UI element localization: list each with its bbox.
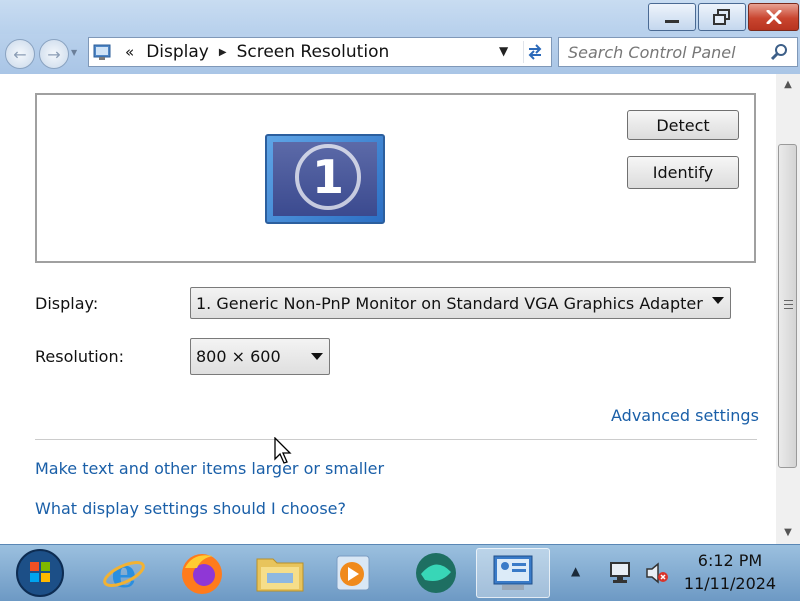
search-input[interactable] bbox=[558, 37, 798, 67]
breadcrumb: « Display ▶ Screen Resolution bbox=[125, 38, 389, 66]
resolution-select[interactable]: 800 × 600 bbox=[190, 338, 330, 375]
start-orb-icon bbox=[16, 549, 64, 597]
taskbar-aqua-app[interactable] bbox=[408, 548, 464, 598]
internet-explorer-icon: e bbox=[103, 550, 145, 596]
scroll-up-icon[interactable]: ▲ bbox=[776, 74, 800, 94]
forward-arrow-icon: → bbox=[47, 44, 61, 64]
breadcrumb-display[interactable]: Display bbox=[146, 42, 209, 62]
taskbar: e ▲ 6:12 PM 11/11/2024 bbox=[0, 544, 800, 601]
control-panel-icon bbox=[493, 555, 533, 590]
taskbar-media-player[interactable] bbox=[326, 548, 382, 598]
minimize-button[interactable] bbox=[648, 3, 696, 31]
start-button[interactable] bbox=[10, 548, 70, 598]
display-settings-help-link[interactable]: What display settings should I choose? bbox=[35, 499, 346, 518]
breadcrumb-overflow[interactable]: « bbox=[125, 43, 134, 61]
identify-button[interactable]: Identify bbox=[627, 156, 739, 189]
system-clock[interactable]: 6:12 PM 11/11/2024 bbox=[680, 549, 780, 595]
breadcrumb-screen-resolution[interactable]: Screen Resolution bbox=[237, 42, 390, 62]
control-panel-icon bbox=[93, 44, 111, 60]
aqua-app-icon bbox=[416, 553, 456, 593]
svg-text:e: e bbox=[111, 550, 136, 596]
breadcrumb-separator-icon[interactable]: ▶ bbox=[219, 47, 227, 58]
monitor-preview-area: 1 Detect Identify bbox=[35, 93, 756, 263]
network-icon[interactable] bbox=[608, 561, 634, 585]
close-button[interactable] bbox=[748, 3, 799, 31]
file-explorer-icon bbox=[256, 558, 304, 592]
monitor-screen: 1 bbox=[273, 142, 377, 216]
restore-icon bbox=[713, 9, 730, 25]
section-divider bbox=[35, 439, 757, 440]
taskbar-control-panel[interactable] bbox=[476, 548, 550, 598]
text-size-link[interactable]: Make text and other items larger or smal… bbox=[35, 459, 384, 478]
media-player-icon bbox=[336, 555, 370, 591]
detect-button[interactable]: Detect bbox=[627, 110, 739, 140]
restore-button[interactable] bbox=[698, 3, 746, 31]
search-icon[interactable] bbox=[770, 42, 790, 62]
grip-line bbox=[784, 300, 793, 301]
navigation-bar: ← → ▼ « Display ▶ Screen Resolution ▼ bbox=[0, 34, 800, 74]
minimize-icon bbox=[665, 19, 679, 23]
resolution-label: Resolution: bbox=[35, 347, 124, 366]
address-dropdown-icon[interactable]: ▼ bbox=[499, 44, 508, 58]
forward-button[interactable]: → bbox=[39, 39, 69, 69]
resolution-select-value: 800 × 600 bbox=[196, 347, 281, 366]
monitor-number: 1 bbox=[295, 144, 361, 210]
scrollbar-thumb[interactable] bbox=[778, 144, 797, 468]
back-arrow-icon: ← bbox=[13, 44, 27, 64]
advanced-settings-link[interactable]: Advanced settings bbox=[611, 406, 759, 425]
title-bar bbox=[0, 0, 800, 34]
grip-line bbox=[784, 308, 793, 309]
screen-resolution-panel: 1 Detect Identify Display: 1. Generic No… bbox=[0, 74, 776, 544]
chevron-down-icon bbox=[712, 297, 724, 304]
recent-pages-dropdown-icon[interactable]: ▼ bbox=[71, 48, 77, 57]
display-label: Display: bbox=[35, 294, 99, 313]
clock-time: 6:12 PM bbox=[697, 551, 763, 570]
chevron-down-icon bbox=[311, 353, 323, 360]
firefox-icon bbox=[182, 554, 222, 594]
volume-muted-icon[interactable] bbox=[644, 561, 670, 585]
close-icon bbox=[766, 10, 781, 24]
taskbar-internet-explorer[interactable]: e bbox=[96, 548, 152, 598]
show-hidden-icons-icon[interactable]: ▲ bbox=[571, 564, 580, 578]
clock-date: 11/11/2024 bbox=[683, 574, 777, 593]
address-bar[interactable]: « Display ▶ Screen Resolution ▼ bbox=[88, 37, 552, 67]
taskbar-file-explorer[interactable] bbox=[252, 548, 308, 598]
vertical-scrollbar[interactable]: ▲ ▼ bbox=[776, 74, 800, 544]
taskbar-firefox[interactable] bbox=[174, 548, 230, 598]
back-button[interactable]: ← bbox=[5, 39, 35, 69]
monitor-1-thumbnail[interactable]: 1 bbox=[265, 134, 385, 224]
display-select[interactable]: 1. Generic Non-PnP Monitor on Standard V… bbox=[190, 287, 731, 319]
display-select-value: 1. Generic Non-PnP Monitor on Standard V… bbox=[196, 293, 703, 313]
mouse-cursor-icon bbox=[274, 437, 292, 464]
scroll-down-icon[interactable]: ▼ bbox=[776, 522, 800, 542]
grip-line bbox=[784, 304, 793, 305]
refresh-icon[interactable] bbox=[523, 41, 547, 63]
